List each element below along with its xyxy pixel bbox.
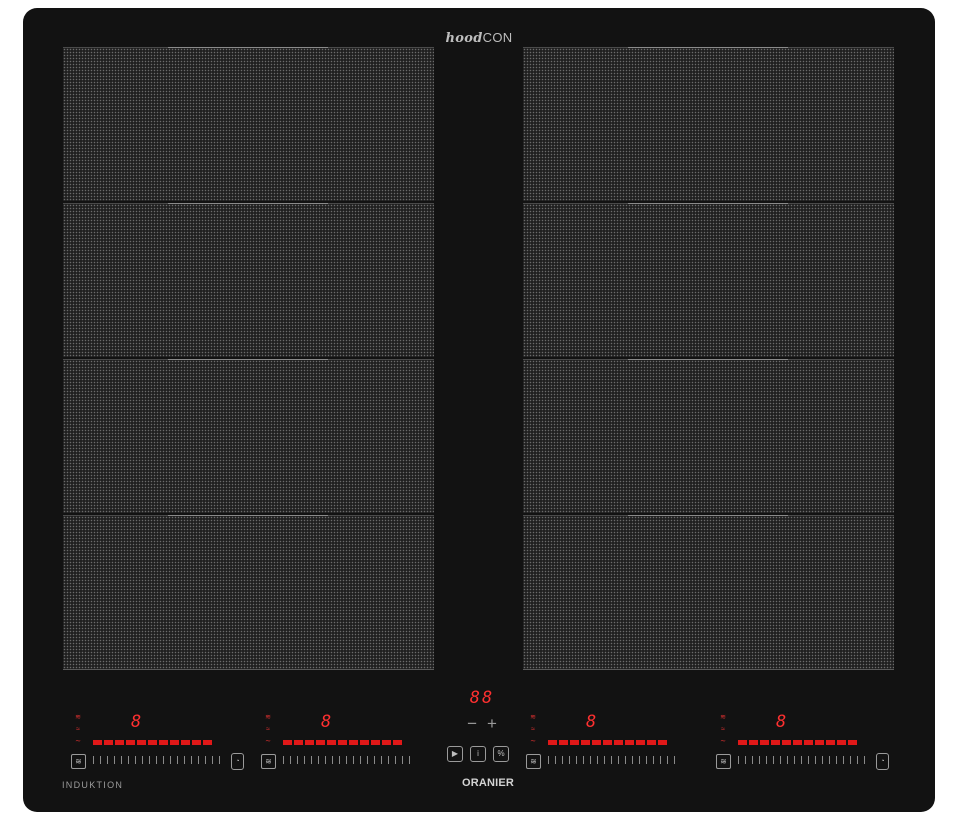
heat-level-icons: ≋ ≈ ∼	[530, 714, 536, 745]
power-bar-segment	[181, 740, 190, 745]
boost-button[interactable]: ≋	[261, 754, 276, 769]
power-slider[interactable]	[548, 756, 676, 764]
power-bar-segment	[614, 740, 623, 745]
power-bar-segment	[148, 740, 157, 745]
power-bar-segment	[760, 740, 769, 745]
power-level-display: 8	[131, 712, 142, 732]
power-bar-segment	[126, 740, 135, 745]
boost-button[interactable]: ≋	[71, 754, 86, 769]
cooking-panel-left	[63, 47, 434, 672]
cooking-zone[interactable]	[523, 47, 894, 201]
brand-oranier: ORANIER	[461, 777, 515, 789]
play-pause-icon[interactable]: ▶	[447, 746, 463, 762]
power-bar-segment	[782, 740, 791, 745]
power-bar-segment	[170, 740, 179, 745]
heat-level-icons: ≋ ≈ ∼	[75, 714, 81, 745]
zone-control-left-front: ≋ ≈ ∼ 8 ≋ ◔	[71, 704, 244, 770]
power-bar-segment	[570, 740, 579, 745]
power-level-display: 8	[776, 712, 787, 732]
power-bar-segment	[360, 740, 369, 745]
power-bar-segment	[771, 740, 780, 745]
percent-icon[interactable]: %	[493, 746, 509, 762]
power-slider[interactable]	[283, 756, 411, 764]
function-buttons: ▶ i %	[447, 746, 509, 762]
power-bar-segment	[804, 740, 813, 745]
zone-control-right-rear: ≋ ≈ ∼ 8 ≋ ◔	[716, 704, 889, 770]
cooking-zone[interactable]	[63, 515, 434, 670]
power-bar-segment	[115, 740, 124, 745]
power-bar-segment	[137, 740, 146, 745]
zone-control-left-rear: ≋ ≈ ∼ 8 ≋	[261, 704, 421, 769]
cooking-zone[interactable]	[63, 359, 434, 513]
power-bar-segment	[603, 740, 612, 745]
info-icon[interactable]: i	[470, 746, 486, 762]
boost-button[interactable]: ≋	[716, 754, 731, 769]
heat-level-icons: ≋ ≈ ∼	[720, 714, 726, 745]
power-bar-segment	[327, 740, 336, 745]
power-bar-segment	[294, 740, 303, 745]
power-bar-segment	[192, 740, 201, 745]
power-bar-segment	[548, 740, 557, 745]
power-bar-segment	[349, 740, 358, 745]
induction-label: INDUKTION	[62, 780, 124, 790]
power-bar-indicator	[283, 740, 402, 745]
power-bar-segment	[203, 740, 212, 745]
power-bar-segment	[815, 740, 824, 745]
cooking-zone[interactable]	[523, 203, 894, 357]
heat-level-icons: ≋ ≈ ∼	[265, 714, 271, 745]
power-bar-segment	[305, 740, 314, 745]
minus-button[interactable]: −	[467, 714, 477, 733]
brand-hoodcon: hoodCON	[445, 30, 513, 46]
power-bar-segment	[283, 740, 292, 745]
power-bar-segment	[749, 740, 758, 745]
cooking-panel-right	[523, 47, 894, 672]
power-bar-segment	[371, 740, 380, 745]
power-bar-segment	[393, 740, 402, 745]
power-bar-segment	[647, 740, 656, 745]
power-bar-segment	[316, 740, 325, 745]
power-bar-segment	[738, 740, 747, 745]
boost-button[interactable]: ≋	[526, 754, 541, 769]
power-slider[interactable]	[93, 756, 221, 764]
power-bar-segment	[636, 740, 645, 745]
power-bar-segment	[104, 740, 113, 745]
cooktop: hoodCON ≋ ≈ ∼ 8 ≋ ◔ ≋ ≈ ∼ 8 ≋ 88 − + ▶ i…	[23, 8, 935, 812]
cooking-zone[interactable]	[523, 359, 894, 513]
power-bar-indicator	[93, 740, 212, 745]
cooking-zone[interactable]	[63, 47, 434, 201]
power-bar-segment	[382, 740, 391, 745]
power-slider[interactable]	[738, 756, 866, 764]
timer-button[interactable]: ◔	[231, 753, 244, 770]
power-level-display: 8	[321, 712, 332, 732]
power-level-display: 8	[586, 712, 597, 732]
cooking-zone[interactable]	[63, 203, 434, 357]
power-bar-segment	[625, 740, 634, 745]
power-bar-segment	[159, 740, 168, 745]
power-bar-segment	[793, 740, 802, 745]
power-bar-segment	[581, 740, 590, 745]
timer-display: 88	[469, 688, 495, 708]
plus-button[interactable]: +	[487, 714, 497, 733]
power-bar-segment	[559, 740, 568, 745]
plus-minus: − +	[437, 714, 527, 734]
power-bar-segment	[93, 740, 102, 745]
power-bar-indicator	[548, 740, 667, 745]
zone-control-right-front: ≋ ≈ ∼ 8 ≋	[526, 704, 686, 769]
power-bar-segment	[837, 740, 846, 745]
cooking-zone[interactable]	[523, 515, 894, 670]
power-bar-segment	[848, 740, 857, 745]
timer-button[interactable]: ◔	[876, 753, 889, 770]
power-bar-segment	[338, 740, 347, 745]
power-bar-indicator	[738, 740, 857, 745]
center-control: 88 − + ▶ i %	[437, 688, 527, 762]
power-bar-segment	[658, 740, 667, 745]
power-bar-segment	[826, 740, 835, 745]
power-bar-segment	[592, 740, 601, 745]
